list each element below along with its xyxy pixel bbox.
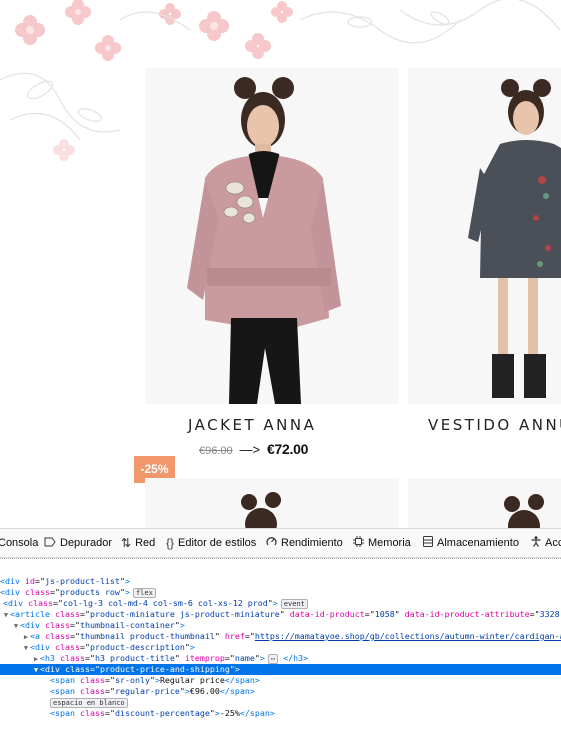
woman-image-partial (241, 492, 281, 528)
tree-node[interactable]: ▼ <div class="thumbnail-container"> (0, 620, 561, 631)
accessibility-icon (531, 529, 541, 557)
debugger-icon (44, 529, 56, 557)
memory-icon (353, 529, 364, 557)
performance-icon (266, 529, 277, 557)
price-arrow: —> (239, 442, 261, 457)
regular-price: €96.00 (199, 445, 233, 457)
tree-node[interactable]: <div class="products row"> flex (0, 587, 561, 598)
tab-performance[interactable]: Rendimiento (266, 529, 343, 557)
product-title[interactable]: VESTIDO ANNU (428, 416, 561, 434)
woman-dark-dress-image (468, 79, 561, 398)
tab-label: Memoria (368, 537, 411, 549)
product-list: JACKET ANNA €96.00 —> €72.00 -25% VESTID… (0, 0, 561, 528)
product-image-jacket-anna[interactable] (145, 68, 399, 404)
tab-label: Almacenamiento (437, 537, 519, 549)
tab-label: Editor de estilos (178, 537, 257, 549)
tab-label: Acc (545, 537, 561, 549)
tree-node[interactable]: ▼ <div class="product-description"> (0, 642, 561, 653)
tree-node[interactable]: espacio en blanco (0, 697, 561, 708)
product-price: €96.00 —> €72.00 (199, 441, 308, 457)
product-image-next-row-1[interactable] (145, 478, 399, 528)
inspector-markup-tree: <div id="js-product-list"> <div class="p… (0, 558, 561, 750)
tab-label: Consola (0, 537, 39, 549)
woman-image-partial (504, 494, 544, 528)
product-image-next-row-2[interactable] (408, 478, 561, 528)
style-editor-icon: {} (166, 536, 175, 550)
tree-node[interactable]: <div id="js-product-list"> (0, 576, 561, 587)
tree-node[interactable]: ▶ <h3 class="h3 product-title" itemprop="… (0, 653, 561, 664)
tree-node[interactable]: ▼ <article class="product-miniature js-pr… (0, 609, 561, 620)
flex-badge[interactable]: flex (132, 588, 156, 598)
tab-console[interactable]: Consola (0, 529, 38, 557)
tree-node-selected[interactable]: ▼ <div class="product-price-and-shipping"… (0, 664, 561, 675)
storage-icon (423, 529, 433, 557)
whitespace-badge[interactable]: espacio en blanco (50, 698, 128, 708)
tab-network[interactable]: ⇅ Red (121, 529, 155, 557)
product-image-vestido-annu[interactable] (408, 68, 561, 404)
event-badge[interactable]: event (280, 599, 308, 609)
tree-node[interactable]: <span class="sr-only">Regular price</spa… (0, 675, 561, 686)
devtools-toolbar: Consola Depurador ⇅ Red {} Editor de est… (0, 528, 561, 558)
product-title[interactable]: JACKET ANNA (188, 416, 316, 434)
tab-storage[interactable]: Almacenamiento (423, 529, 519, 557)
tree-node[interactable]: <div class="col-lg-3 col-md-4 col-sm-6 c… (0, 598, 561, 609)
tab-memory[interactable]: Memoria (353, 529, 411, 557)
tab-accessibility[interactable]: Acc (531, 529, 561, 557)
network-icon: ⇅ (121, 536, 132, 550)
tree-node[interactable]: ▶ <a class="thumbnail product-thumbnail" … (0, 631, 561, 642)
tree-node[interactable]: <span class="discount-percentage">-25%</… (0, 708, 561, 719)
woman-pink-jacket-image (187, 77, 341, 404)
tree-node[interactable]: <span class="regular-price">€96.00</span… (0, 686, 561, 697)
tab-debugger[interactable]: Depurador (44, 529, 112, 557)
tab-style-editor[interactable]: {} Editor de estilos (166, 529, 256, 557)
tab-label: Red (135, 537, 156, 549)
ellipsis-badge[interactable]: ⋯ (267, 654, 279, 664)
tab-label: Rendimiento (281, 537, 343, 549)
href-link[interactable]: https://mamatayoe.shop/gb/collections/au… (255, 631, 561, 641)
discounted-price: €72.00 (267, 441, 309, 457)
tab-label: Depurador (60, 537, 112, 549)
